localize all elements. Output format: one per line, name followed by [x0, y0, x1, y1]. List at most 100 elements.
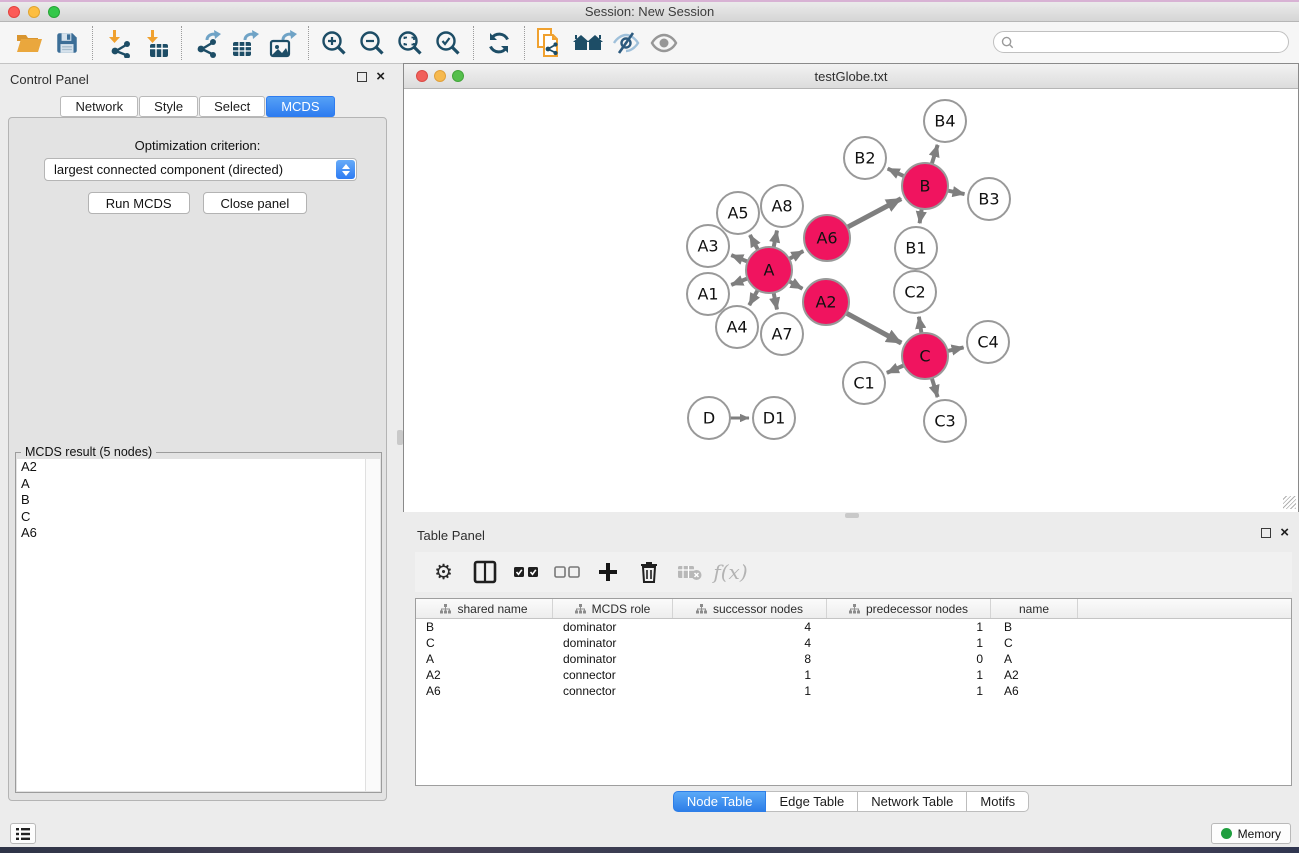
graph-node-C2[interactable]: C2 [894, 271, 936, 313]
table-cell[interactable]: 1 [827, 619, 991, 635]
tab-mcds[interactable]: MCDS [266, 96, 334, 117]
tab-style[interactable]: Style [139, 96, 198, 117]
column-header-predecessor-nodes[interactable]: predecessor nodes [827, 599, 991, 618]
mcds-result-list[interactable]: A2ABCA6 [17, 459, 365, 791]
table-cell[interactable]: C [416, 635, 553, 651]
zoom-in-button[interactable] [315, 25, 353, 61]
open-session-home-button[interactable] [569, 25, 607, 61]
new-session-from-network-button[interactable] [531, 25, 569, 61]
show-graphics-details-button[interactable] [645, 25, 683, 61]
table-cell[interactable]: dominator [553, 619, 673, 635]
table-cell[interactable]: A6 [416, 683, 553, 699]
save-session-button[interactable] [48, 25, 86, 61]
table-cell[interactable]: 1 [673, 683, 827, 699]
graph-node-B3[interactable]: B3 [968, 178, 1010, 220]
delete-table-button[interactable] [671, 555, 708, 589]
graph-node-C3[interactable]: C3 [924, 400, 966, 442]
mcds-result-item[interactable]: A [17, 476, 365, 493]
tab-select[interactable]: Select [199, 96, 265, 117]
table-cell[interactable]: A6 [991, 683, 1078, 699]
graph-node-A8[interactable]: A8 [761, 185, 803, 227]
graph-node-A4[interactable]: A4 [716, 306, 758, 348]
graph-node-B2[interactable]: B2 [844, 137, 886, 179]
export-image-button[interactable] [264, 25, 302, 61]
table-row[interactable]: Adominator80A [416, 651, 1291, 667]
mcds-result-item[interactable]: C [17, 509, 365, 526]
optimization-criterion-dropdown[interactable]: largest connected component (directed) [44, 158, 357, 181]
table-cell[interactable]: 1 [827, 635, 991, 651]
mcds-result-item[interactable]: B [17, 492, 365, 509]
horizontal-split-handle[interactable] [845, 513, 859, 518]
add-column-button[interactable] [589, 555, 626, 589]
table-cell[interactable]: A [991, 651, 1078, 667]
zoom-out-button[interactable] [353, 25, 391, 61]
delete-column-button[interactable] [630, 555, 667, 589]
table-cell[interactable]: C [991, 635, 1078, 651]
show-task-history-button[interactable] [10, 823, 36, 844]
tab-edge-table[interactable]: Edge Table [766, 791, 858, 812]
node-table[interactable]: shared nameMCDS rolesuccessor nodesprede… [415, 598, 1292, 786]
graph-node-A7[interactable]: A7 [761, 313, 803, 355]
graph-node-B[interactable]: B [902, 163, 948, 209]
tab-network[interactable]: Network [60, 96, 138, 117]
run-mcds-button[interactable]: Run MCDS [88, 192, 190, 214]
graph-edge-A2-C[interactable] [844, 312, 901, 343]
search-field[interactable] [993, 31, 1289, 53]
table-cell[interactable]: 1 [673, 667, 827, 683]
graph-node-B1[interactable]: B1 [895, 227, 937, 269]
graph-node-A1[interactable]: A1 [687, 273, 729, 315]
graph-node-A6[interactable]: A6 [804, 215, 850, 261]
window-resize-grip[interactable] [1283, 496, 1296, 509]
graph-node-C1[interactable]: C1 [843, 362, 885, 404]
graph-edge-A6-B[interactable] [846, 199, 902, 229]
graph-edge-C-C1[interactable] [887, 364, 906, 372]
table-row[interactable]: Bdominator41B [416, 619, 1291, 635]
import-network-button[interactable] [99, 25, 137, 61]
import-table-button[interactable] [137, 25, 175, 61]
table-row[interactable]: Cdominator41C [416, 635, 1291, 651]
table-cell[interactable]: B [991, 619, 1078, 635]
vertical-split-handle[interactable] [397, 430, 403, 445]
graph-node-C4[interactable]: C4 [967, 321, 1009, 363]
hide-panels-button[interactable] [607, 25, 645, 61]
main-titlebar[interactable]: Session: New Session [0, 2, 1299, 22]
table-cell[interactable]: 4 [673, 619, 827, 635]
table-cell[interactable]: connector [553, 683, 673, 699]
tab-network-table[interactable]: Network Table [858, 791, 967, 812]
table-cell[interactable]: 0 [827, 651, 991, 667]
graph-node-C[interactable]: C [902, 333, 948, 379]
table-cell[interactable]: 1 [827, 667, 991, 683]
table-cell[interactable]: dominator [553, 635, 673, 651]
open-file-button[interactable] [10, 25, 48, 61]
table-cell[interactable]: dominator [553, 651, 673, 667]
graph-node-B4[interactable]: B4 [924, 100, 966, 142]
close-panel-button[interactable]: Close panel [203, 192, 308, 214]
table-cell[interactable]: 1 [827, 683, 991, 699]
mcds-result-item[interactable]: A6 [17, 525, 365, 542]
table-cell[interactable]: A2 [416, 667, 553, 683]
table-options-button[interactable]: ⚙ [425, 555, 462, 589]
column-header-shared-name[interactable]: shared name [416, 599, 553, 618]
graph-node-A[interactable]: A [746, 247, 792, 293]
table-cell[interactable]: A2 [991, 667, 1078, 683]
graph-edge-B-B2[interactable] [888, 169, 906, 178]
select-all-columns-button[interactable] [507, 555, 544, 589]
table-cell[interactable]: A [416, 651, 553, 667]
refresh-button[interactable] [480, 25, 518, 61]
graph-edge-C-C3[interactable] [931, 376, 937, 397]
table-cell[interactable]: B [416, 619, 553, 635]
network-window-titlebar[interactable]: testGlobe.txt [404, 64, 1298, 89]
tab-motifs[interactable]: Motifs [967, 791, 1029, 812]
network-canvas[interactable]: B4B2BB3A8A5A6A3B1AC2A1A2A4A7C4CC1DD1C3 [404, 89, 1298, 512]
column-header-MCDS-role[interactable]: MCDS role [553, 599, 673, 618]
table-cell[interactable]: connector [553, 667, 673, 683]
table-cell[interactable]: 8 [673, 651, 827, 667]
zoom-selected-button[interactable] [429, 25, 467, 61]
close-panel-icon[interactable]: × [376, 72, 385, 82]
table-row[interactable]: A2connector11A2 [416, 667, 1291, 683]
column-header-successor-nodes[interactable]: successor nodes [673, 599, 827, 618]
float-panel-icon[interactable] [357, 72, 367, 82]
column-browser-button[interactable] [466, 555, 503, 589]
table-cell[interactable]: 4 [673, 635, 827, 651]
mcds-result-item[interactable]: A2 [17, 459, 365, 476]
